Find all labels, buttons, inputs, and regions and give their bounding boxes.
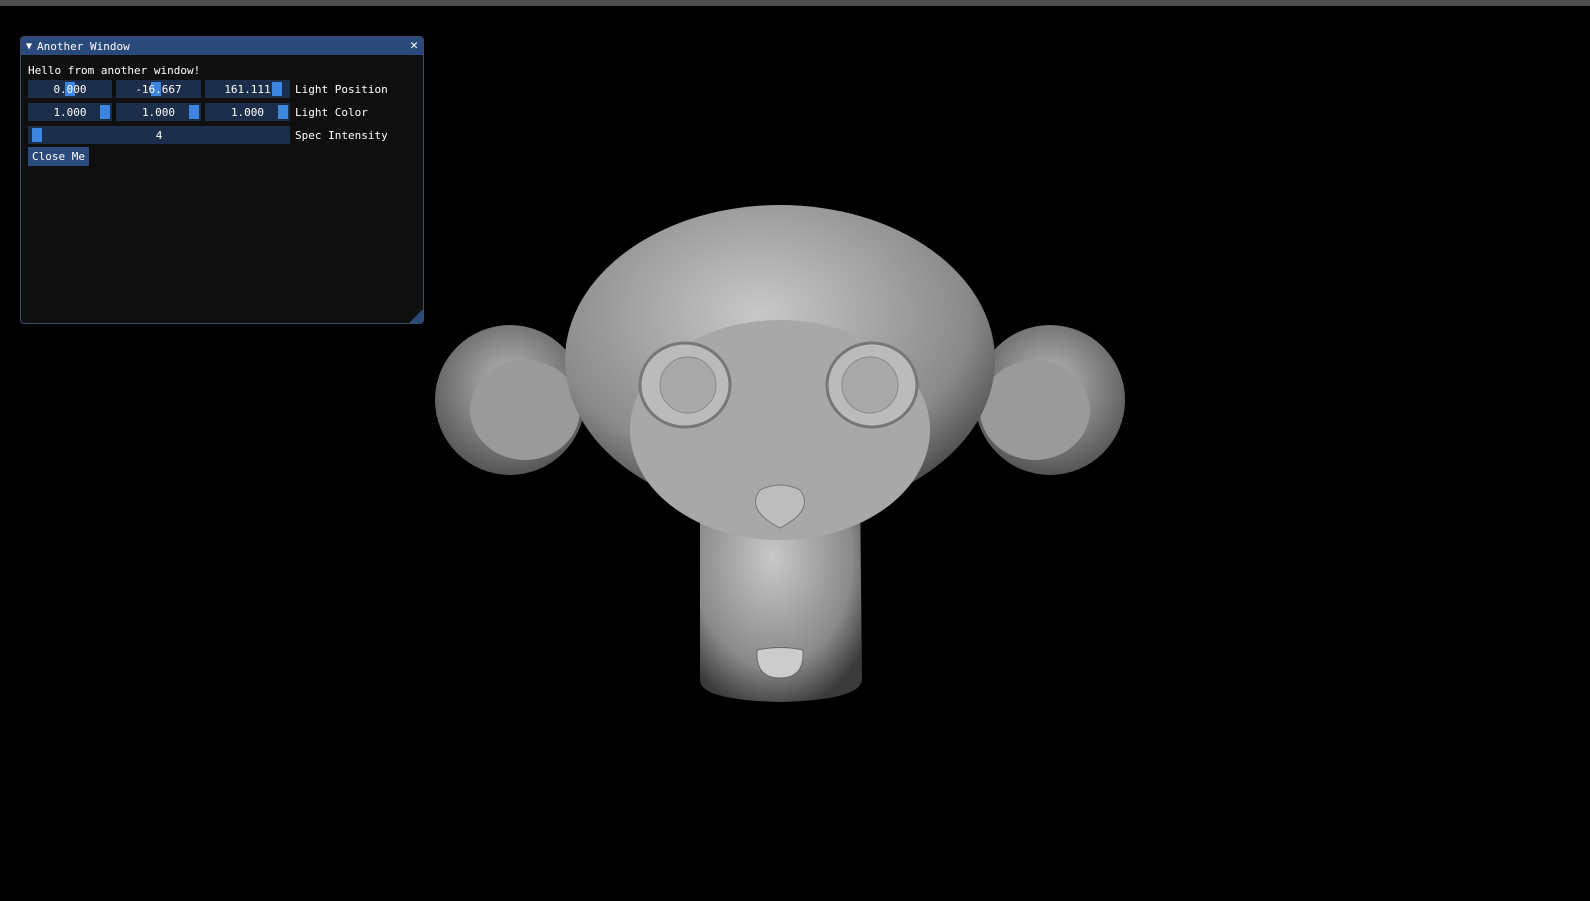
slider-grab[interactable] (32, 128, 42, 142)
window-title: Another Window (37, 39, 130, 53)
spec-intensity-row: 4 Spec Intensity (28, 126, 388, 144)
light-color-g-slider[interactable]: 1.000 (116, 103, 201, 121)
light-color-row: 1.000 1.000 1.000 Light Color (28, 103, 368, 121)
light-position-y-slider[interactable]: -16.667 (116, 80, 201, 98)
close-icon[interactable]: ✕ (410, 38, 418, 53)
spec-intensity-slider[interactable]: 4 (28, 126, 290, 144)
slider-grab[interactable] (272, 82, 282, 96)
close-me-button[interactable]: Close Me (28, 147, 89, 166)
resize-grip[interactable] (409, 309, 423, 323)
light-position-z-slider[interactable]: 161.111 (205, 80, 290, 98)
light-color-b-slider[interactable]: 1.000 (205, 103, 290, 121)
another-window[interactable]: ▼ Another Window ✕ Hello from another wi… (20, 36, 424, 324)
hello-text: Hello from another window! (28, 64, 201, 77)
collapse-triangle-icon[interactable]: ▼ (26, 41, 32, 52)
light-color-label: Light Color (295, 105, 368, 119)
spec-intensity-label: Spec Intensity (295, 128, 388, 142)
slider-grab[interactable] (189, 105, 199, 119)
light-color-r-slider[interactable]: 1.000 (28, 103, 112, 121)
slider-grab[interactable] (100, 105, 110, 119)
slider-grab[interactable] (278, 105, 288, 119)
light-position-label: Light Position (295, 82, 388, 96)
light-position-row: 0.000 -16.667 161.111 Light Position (28, 80, 388, 98)
window-title-bar[interactable]: ▼ Another Window (21, 37, 423, 55)
light-position-x-slider[interactable]: 0.000 (28, 80, 112, 98)
monkey-model (435, 205, 1125, 702)
